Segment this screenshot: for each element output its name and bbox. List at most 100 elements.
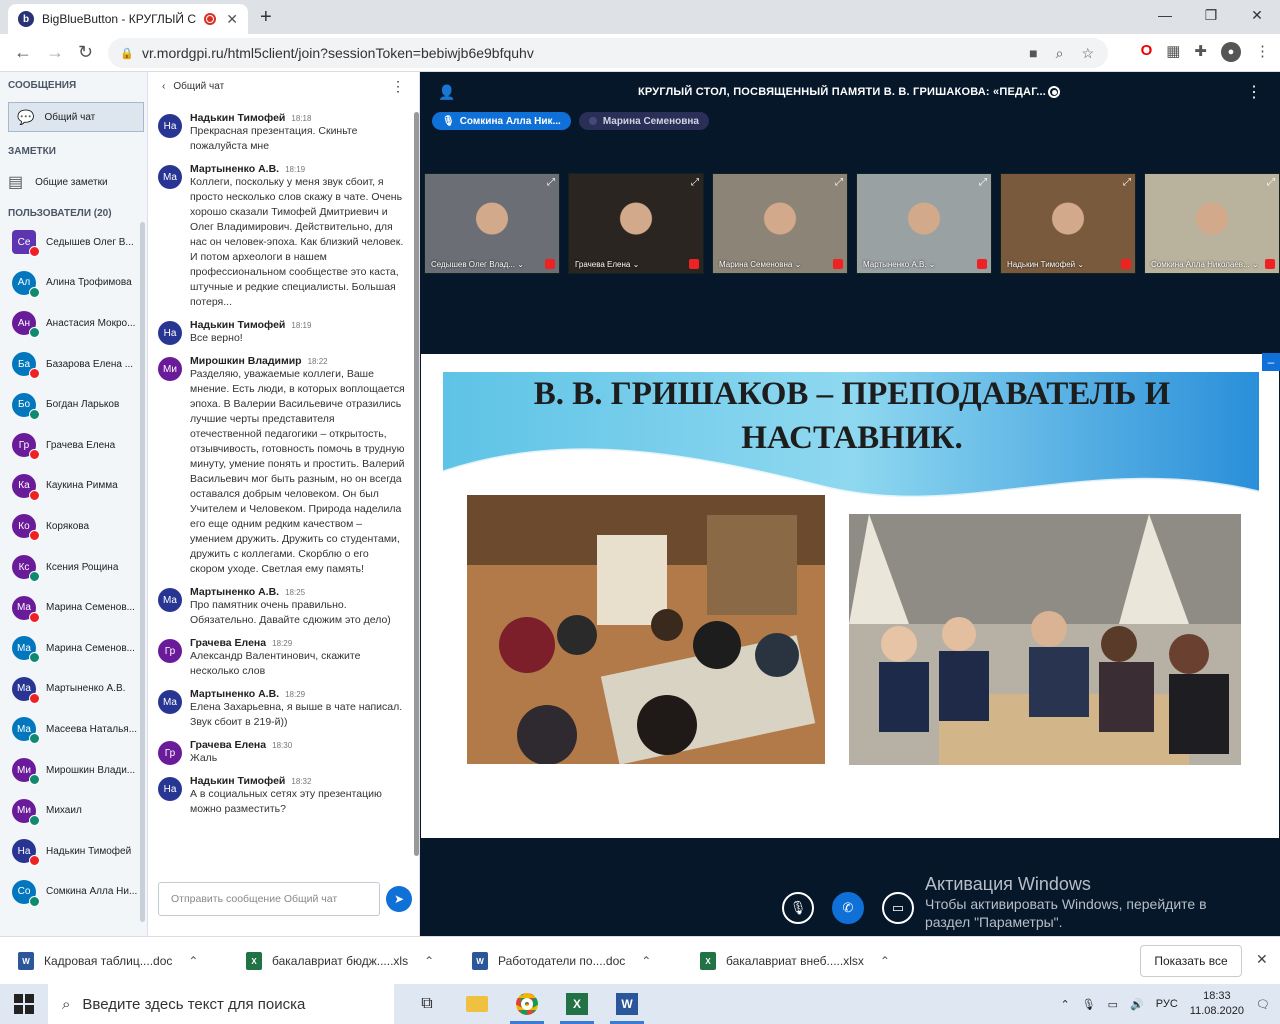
download-item[interactable]: W Работодатели по....doc ⌃ [472, 947, 651, 975]
chevron-up-icon[interactable]: ⌃ [424, 954, 434, 968]
opera-extension-icon[interactable]: O [1141, 42, 1153, 62]
expand-video-icon[interactable]: ⤢ [691, 177, 699, 188]
forward-arrow-icon[interactable]: → [46, 42, 64, 63]
minimize-window-button[interactable]: — [1142, 0, 1188, 30]
windows-start-icon[interactable] [14, 994, 34, 1014]
reload-icon[interactable]: ↻ [78, 42, 93, 63]
expand-video-icon[interactable]: ⤢ [1123, 177, 1131, 188]
chat-title[interactable]: Общий чат [173, 81, 224, 92]
user-list-item[interactable]: Ма Марина Семенов... [0, 587, 148, 628]
webcam-user-name[interactable]: Седышев Олег Влад... ⌄ [431, 260, 524, 269]
puzzle-extensions-icon[interactable]: ✚ [1194, 42, 1207, 62]
muted-mic-icon [29, 368, 40, 380]
new-tab-button[interactable]: + [260, 6, 272, 29]
webcam-user-name[interactable]: Сомкина Алла Николаев... ⌄ [1151, 260, 1259, 269]
notifications-icon[interactable]: 🗨 [1256, 998, 1270, 1011]
user-list-item[interactable]: Со Сомкина Алла Ни... [0, 872, 148, 913]
public-chat-button[interactable]: 💬 Общий чат [8, 102, 144, 132]
user-list-item[interactable]: Ба Базарова Елена ... [0, 344, 148, 385]
close-downloads-icon[interactable]: ✕ [1256, 951, 1268, 968]
webcam-tile[interactable]: Марина Семеновна ⌄ ⤢ [712, 173, 848, 274]
user-list-item[interactable]: Гр Грачева Елена [0, 425, 148, 466]
chrome-button[interactable] [502, 984, 552, 1024]
zoom-icon[interactable]: ⌕ [1056, 45, 1064, 62]
show-all-downloads-button[interactable]: Показать все [1140, 945, 1242, 977]
expand-video-icon[interactable]: ⤢ [979, 177, 987, 188]
camera-icon[interactable]: ■ [1029, 45, 1037, 62]
fullscreen-icon[interactable]: ⤢ [1268, 820, 1278, 835]
mute-microphone-button[interactable]: 🎙 [782, 892, 814, 924]
webcam-user-name[interactable]: Грачева Елена ⌄ [575, 260, 639, 269]
webcam-tile[interactable]: Надькин Тимофей ⌄ ⤢ [1000, 173, 1136, 274]
task-view-button[interactable]: ⧉ [402, 984, 452, 1024]
webcam-user-name[interactable]: Марина Семеновна ⌄ [719, 260, 801, 269]
user-list-item[interactable]: Ка Каукина Римма [0, 466, 148, 507]
back-arrow-icon[interactable]: ← [14, 42, 32, 63]
muted-mic-icon [689, 259, 699, 269]
user-list-item[interactable]: Ма Мартыненко А.В. [0, 669, 148, 710]
talking-indicator-active[interactable]: 🎙 Сомкина Алла Ник... [432, 112, 571, 130]
chat-scrollbar[interactable] [414, 112, 419, 856]
language-indicator[interactable]: РУС [1156, 998, 1178, 1010]
chevron-up-icon[interactable]: ⌃ [880, 954, 890, 968]
user-list-item[interactable]: Се Седышев Олег В... [0, 222, 148, 263]
webcam-user-name[interactable]: Мартыненко А.В. ⌄ [863, 260, 935, 269]
close-window-button[interactable]: ✕ [1234, 0, 1280, 30]
user-list-item[interactable]: Ал Алина Трофимова [0, 263, 148, 304]
webcam-tile[interactable]: Седышев Олег Влад... ⌄ ⤢ [424, 173, 560, 274]
talking-indicator[interactable]: Марина Семеновна [578, 112, 709, 130]
volume-icon[interactable]: 🔊 [1130, 998, 1144, 1011]
share-webcam-button[interactable]: ▭ [882, 892, 914, 924]
chevron-up-icon[interactable]: ⌃ [188, 954, 198, 968]
user-avatar: На [12, 839, 40, 867]
chevron-up-icon[interactable]: ⌃ [641, 954, 651, 968]
bookmark-star-icon[interactable]: ☆ [1081, 45, 1094, 62]
options-menu-icon[interactable]: ⋮ [1246, 82, 1262, 102]
excel-button[interactable]: X [552, 984, 602, 1024]
file-explorer-button[interactable] [452, 984, 502, 1024]
browser-menu-icon[interactable]: ⋮ [1255, 42, 1270, 62]
user-name: Богдан Ларьков [46, 399, 120, 411]
taskbar-search-box[interactable]: ⌕ Введите здесь текст для поиска [48, 984, 394, 1024]
chat-options-icon[interactable]: ⋮ [391, 78, 405, 95]
webcam-user-name[interactable]: Надькин Тимофей ⌄ [1007, 260, 1084, 269]
shared-notes-button[interactable]: ▤ Общие заметки [8, 172, 108, 192]
url-field[interactable]: 🔒 vr.mordgpi.ru/html5client/join?session… [108, 38, 1108, 68]
word-button[interactable]: W [602, 984, 652, 1024]
webcam-tile[interactable]: Сомкина Алла Николаев... ⌄ ⤢ [1144, 173, 1280, 274]
user-list-item[interactable]: Ма Масеева Наталья... [0, 709, 148, 750]
expand-video-icon[interactable]: ⤢ [835, 177, 843, 188]
send-message-button[interactable]: ➤ [386, 886, 412, 912]
user-icon[interactable]: 👤 [438, 84, 455, 101]
users-scrollbar[interactable] [140, 222, 145, 922]
expand-video-icon[interactable]: ⤢ [1267, 177, 1275, 188]
restore-window-button[interactable]: ❐ [1188, 0, 1234, 30]
microphone-tray-icon[interactable]: 🎙 [1082, 998, 1096, 1011]
download-item[interactable]: Xбакалавриат внеб.....xlsx ⌃ [700, 947, 890, 975]
user-list-item[interactable]: На Надькин Тимофей [0, 831, 148, 872]
user-list-item[interactable]: Ан Анастасия Мокро... [0, 303, 148, 344]
user-list-item[interactable]: Бо Богдан Ларьков [0, 384, 148, 425]
user-list-item[interactable]: Кс Ксения Рощина [0, 547, 148, 588]
leave-audio-button[interactable]: ✆ [832, 892, 864, 924]
clock[interactable]: 18:33 11.08.2020 [1190, 989, 1244, 1019]
webcam-tile[interactable]: Мартыненко А.В. ⌄ ⤢ [856, 173, 992, 274]
extension-icon[interactable]: ▦ [1166, 42, 1180, 62]
minimize-presentation-button[interactable]: – [1262, 353, 1280, 371]
network-icon[interactable]: ▭ [1108, 998, 1118, 1011]
webcam-tile[interactable]: Грачева Елена ⌄ ⤢ [568, 173, 704, 274]
expand-video-icon[interactable]: ⤢ [547, 177, 555, 188]
user-list-item[interactable]: Ми Михаил [0, 790, 148, 831]
user-list-item[interactable]: Ми Мирошкин Влади... [0, 750, 148, 791]
download-item[interactable]: W Кадровая таблиц....doc ⌃ [18, 947, 198, 975]
profile-avatar-icon[interactable]: ● [1221, 42, 1241, 62]
chevron-left-icon[interactable]: ‹ [162, 81, 165, 92]
user-list-item[interactable]: Ко Корякова [0, 506, 148, 547]
chevron-up-icon[interactable]: ⌃ [1060, 998, 1069, 1011]
user-list-item[interactable]: Ма Марина Семенов... [0, 628, 148, 669]
chat-message-input[interactable]: Отправить сообщение Общий чат [158, 882, 380, 916]
download-item[interactable]: Xбакалавриат бюдж.....xls ⌃ [246, 947, 434, 975]
browser-tab[interactable]: b BigBlueButton - КРУГЛЫЙ С ✕ [8, 4, 248, 34]
record-button-icon[interactable] [1048, 86, 1060, 98]
close-tab-icon[interactable]: ✕ [226, 11, 238, 28]
